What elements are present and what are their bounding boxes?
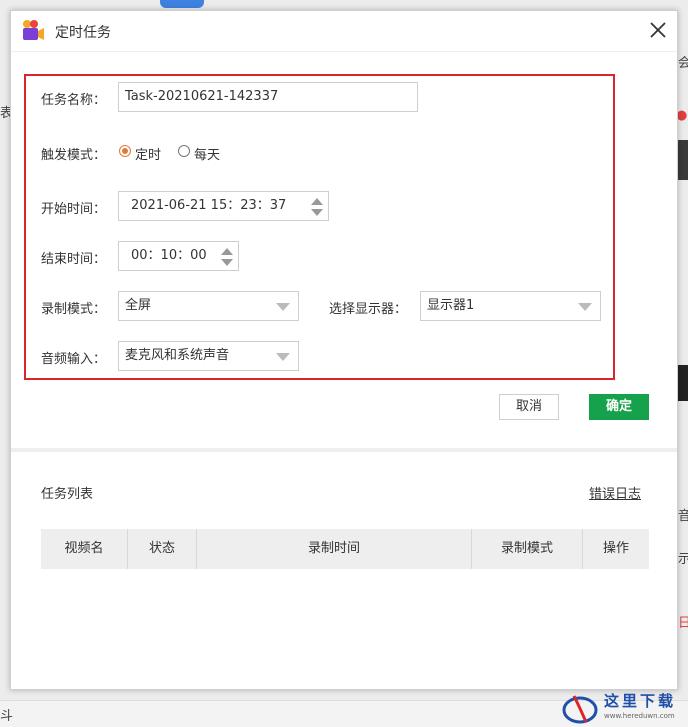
watermark-url: www.hereduwn.com [604,712,675,720]
film-camera-icon [23,20,44,40]
watermark-logo-icon [562,695,598,724]
section-divider [11,448,677,452]
chevron-down-icon [276,303,290,311]
audio-input-label: 音频输入： [41,352,107,367]
background-fragment-right-5: 日 [678,616,688,631]
column-header-status[interactable]: 状态 [128,529,197,569]
trigger-daily-radio[interactable] [178,145,190,157]
end-time-input[interactable]: 00：10：00 [118,241,239,271]
background-fragment-right-1: 会 [678,56,688,71]
column-header-actions[interactable]: 操作 [583,529,649,569]
background-fragment-right-3: 音 [678,509,688,524]
cancel-button[interactable]: 取消 [499,394,559,420]
title-divider [11,51,677,52]
dialog-titlebar: 定时任务 [11,11,677,51]
close-icon[interactable] [649,21,667,39]
background-fragment-left-2: 斗 [0,709,14,724]
trigger-mode-label: 触发模式： [41,148,107,163]
display-label: 选择显示器： [329,302,408,317]
chevron-down-icon [578,303,592,311]
column-header-video-name[interactable]: 视频名 [41,529,128,569]
end-time-value: 00：10：00 [131,248,207,263]
background-tab-accent [160,0,204,8]
end-time-spinner-icon[interactable] [220,245,234,269]
audio-input-select[interactable]: 麦克风和系统声音 [118,341,299,371]
form-highlight-frame [24,74,615,380]
start-time-value: 2021-06-21 15：23：37 [131,198,287,213]
trigger-timed-radio[interactable] [119,145,131,157]
start-time-input[interactable]: 2021-06-21 15：23：37 [118,191,329,221]
audio-input-value: 麦克风和系统声音 [125,348,230,363]
confirm-button[interactable]: 确定 [589,394,649,420]
error-log-link[interactable]: 错误日志 [589,483,641,502]
record-mode-select[interactable]: 全屏 [118,291,299,321]
site-watermark: 这里下载 www.hereduwn.com [560,688,688,727]
display-select[interactable]: 显示器1 [420,291,601,321]
background-dark-strip [678,140,688,180]
watermark-text: 这里下载 [604,692,677,710]
column-header-record-time[interactable]: 录制时间 [197,529,472,569]
background-fragment-right-4: 示 [678,552,688,567]
trigger-timed-label[interactable]: 定时 [135,144,161,163]
record-mode-label: 录制模式： [41,302,107,317]
display-value: 显示器1 [427,298,475,313]
record-mode-value: 全屏 [125,298,152,313]
end-time-label: 结束时间： [41,252,107,267]
trigger-daily-label[interactable]: 每天 [194,144,220,163]
task-list-title: 任务列表 [41,487,94,502]
chevron-down-icon [276,353,290,361]
dialog-title: 定时任务 [55,25,111,41]
start-time-spinner-icon[interactable] [310,195,324,219]
task-table-header: 视频名 状态 录制时间 录制模式 操作 [41,529,649,569]
task-name-label: 任务名称： [41,93,107,108]
background-dark-strip-2 [678,365,688,401]
task-name-input[interactable]: Task-20210621-142337 [118,82,418,112]
scheduled-task-dialog: 定时任务 任务名称： Task-20210621-142337 触发模式： 定时… [10,10,678,690]
start-time-label: 开始时间： [41,202,107,217]
column-header-record-mode[interactable]: 录制模式 [472,529,583,569]
